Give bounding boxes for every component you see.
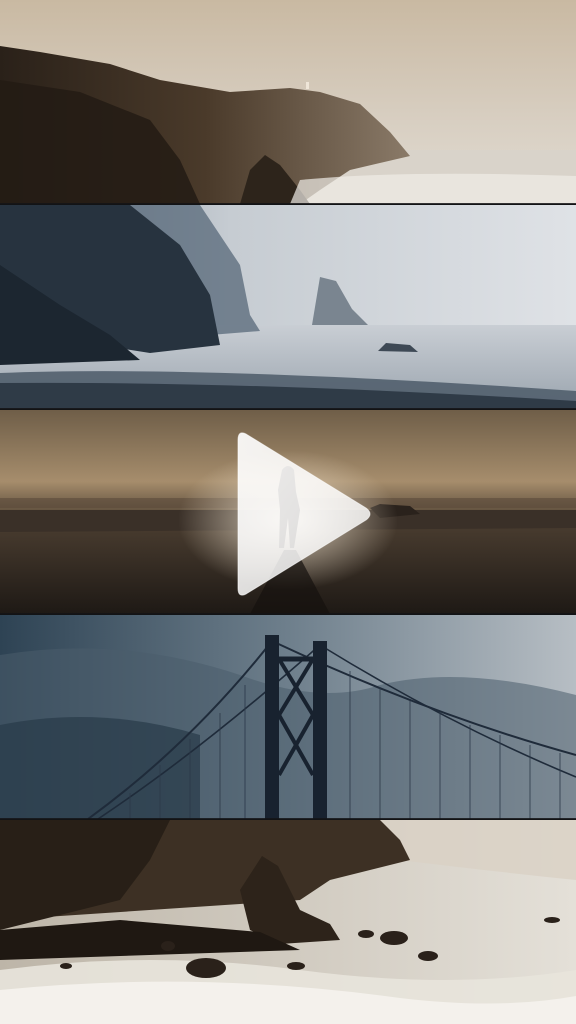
- strip-misty-cliff-lighthouse: [0, 0, 576, 204]
- cliff-lighthouse-image: [0, 0, 576, 204]
- video-collage-viewer[interactable]: [0, 0, 576, 1024]
- strip-blue-sea-stacks: [0, 205, 576, 409]
- play-button[interactable]: [236, 424, 376, 604]
- strip-suspension-bridge: [0, 615, 576, 819]
- strip-rocky-coast-waves: [0, 820, 576, 1024]
- rocky-coast-image: [0, 820, 576, 1024]
- sea-stacks-image: [0, 205, 576, 409]
- play-icon: [237, 432, 371, 596]
- bridge-image: [0, 615, 576, 819]
